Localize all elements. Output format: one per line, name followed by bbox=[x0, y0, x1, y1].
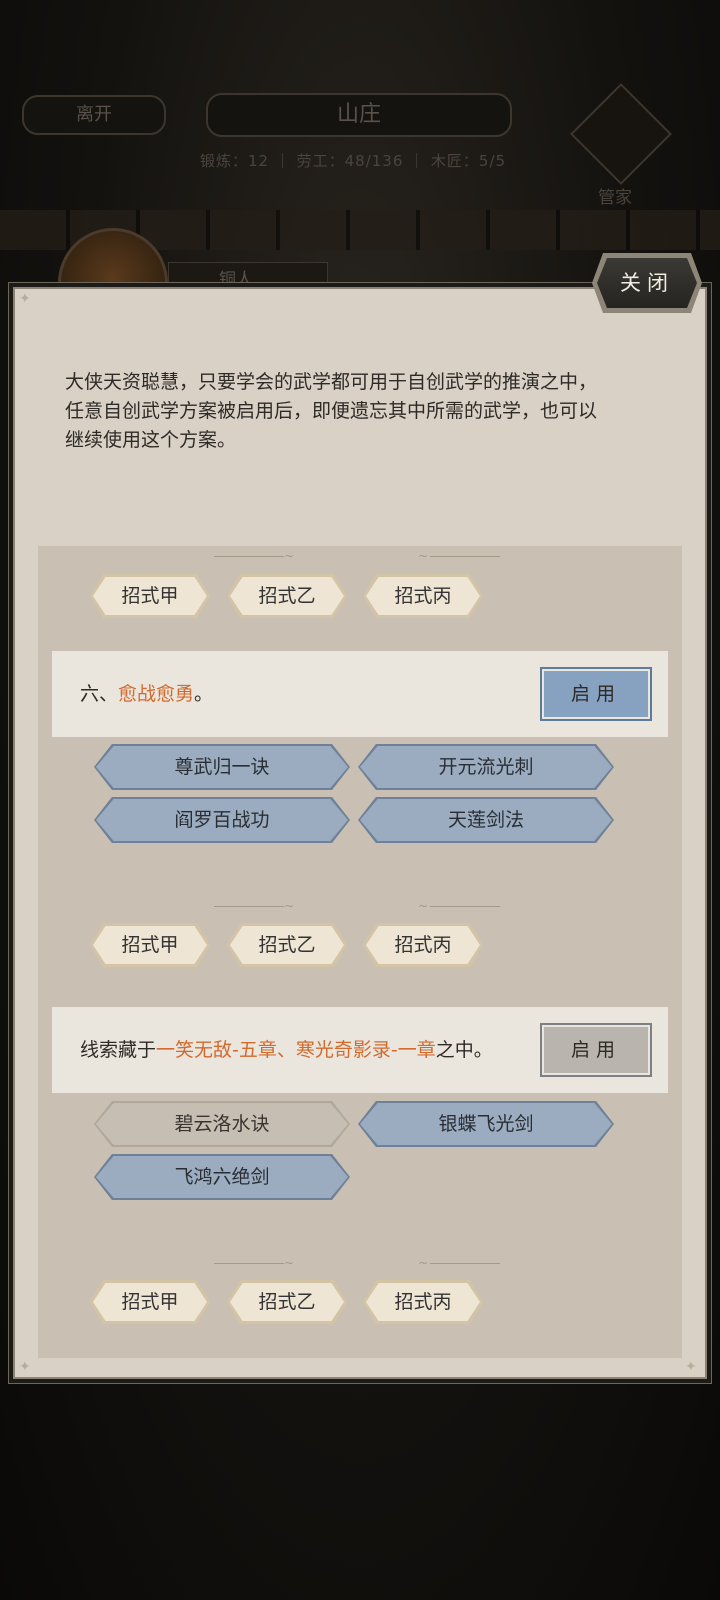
divider-ornament: ~ bbox=[404, 1257, 514, 1269]
plan-suffix: 之中。 bbox=[435, 1039, 493, 1061]
intro-line: 大侠天资聪慧，只要学会的武学都可用于自创武学的推演之中， bbox=[65, 371, 598, 393]
plan-description: 六、愈战愈勇。 bbox=[80, 651, 213, 737]
enable-label: 启用 bbox=[544, 1027, 648, 1073]
intro-line: 继续使用这个方案。 bbox=[65, 429, 237, 451]
divider-ornament: ~ bbox=[404, 550, 514, 562]
corner-ornament-icon: ✦ bbox=[19, 291, 31, 307]
plan-suffix: 。 bbox=[194, 683, 214, 705]
location-title: 山庄 bbox=[206, 93, 512, 137]
enable-button[interactable]: 启用 bbox=[540, 1023, 652, 1077]
skill-chip[interactable]: 飞鸿六绝剑 bbox=[94, 1154, 350, 1200]
steward-label: 管家 bbox=[598, 188, 632, 208]
plan-highlight: 愈战愈勇 bbox=[118, 683, 195, 705]
move-slot-b[interactable]: 招式乙 bbox=[227, 1280, 347, 1324]
skill-chip[interactable]: 阎罗百战功 bbox=[94, 797, 350, 843]
divider-ornament: ~ bbox=[404, 900, 514, 912]
plan-header: 线索藏于一笑无敌-五章、寒光奇影录-一章之中。 启用 bbox=[52, 1007, 668, 1093]
enable-label: 启用 bbox=[544, 671, 648, 717]
move-slot-a[interactable]: 招式甲 bbox=[90, 574, 210, 618]
leave-button[interactable]: 离开 bbox=[22, 95, 166, 135]
skill-chip-locked[interactable]: 碧云洛水诀 bbox=[94, 1101, 350, 1147]
plan-prefix: 线索藏于 bbox=[80, 1039, 157, 1061]
skill-chip[interactable]: 尊武归一诀 bbox=[94, 744, 350, 790]
plan-description: 线索藏于一笑无敌-五章、寒光奇影录-一章之中。 bbox=[80, 1007, 493, 1093]
divider-ornament: ~ bbox=[200, 550, 310, 562]
skill-chip[interactable]: 银蝶飞光剑 bbox=[358, 1101, 614, 1147]
intro-text: 大侠天资聪慧，只要学会的武学都可用于自创武学的推演之中， 任意自创武学方案被启用… bbox=[65, 368, 665, 455]
move-slot-a[interactable]: 招式甲 bbox=[90, 923, 210, 967]
skill-chip[interactable]: 天莲剑法 bbox=[358, 797, 614, 843]
move-slot-c[interactable]: 招式丙 bbox=[363, 574, 483, 618]
move-slot-a[interactable]: 招式甲 bbox=[90, 1280, 210, 1324]
resource-stats: 锻炼：12 ｜ 劳工：48/136 ｜ 木匠：5/5 bbox=[200, 152, 507, 170]
corner-ornament-icon: ✦ bbox=[19, 1359, 31, 1375]
skill-chip[interactable]: 开元流光刺 bbox=[358, 744, 614, 790]
move-slot-c[interactable]: 招式丙 bbox=[363, 923, 483, 967]
move-slot-c[interactable]: 招式丙 bbox=[363, 1280, 483, 1324]
plan-scroll-list[interactable]: ~ ~ 招式甲 招式乙 招式丙 六、愈战愈勇。 启用 尊武归一诀 开元流光刺 阎… bbox=[38, 546, 682, 1358]
divider-ornament: ~ bbox=[200, 1257, 310, 1269]
close-button[interactable]: 关闭 bbox=[597, 258, 697, 308]
corner-ornament-icon: ✦ bbox=[685, 1359, 697, 1375]
enable-button[interactable]: 启用 bbox=[540, 667, 652, 721]
plan-highlight: 一笑无敌-五章、寒光奇影录-一章 bbox=[156, 1039, 436, 1061]
divider-ornament: ~ bbox=[200, 900, 310, 912]
intro-line: 任意自创武学方案被启用后，即便遗忘其中所需的武学，也可以 bbox=[65, 400, 598, 422]
move-slot-b[interactable]: 招式乙 bbox=[227, 923, 347, 967]
plan-prefix: 六、 bbox=[80, 683, 119, 705]
move-slot-b[interactable]: 招式乙 bbox=[227, 574, 347, 618]
plan-header: 六、愈战愈勇。 启用 bbox=[52, 651, 668, 737]
